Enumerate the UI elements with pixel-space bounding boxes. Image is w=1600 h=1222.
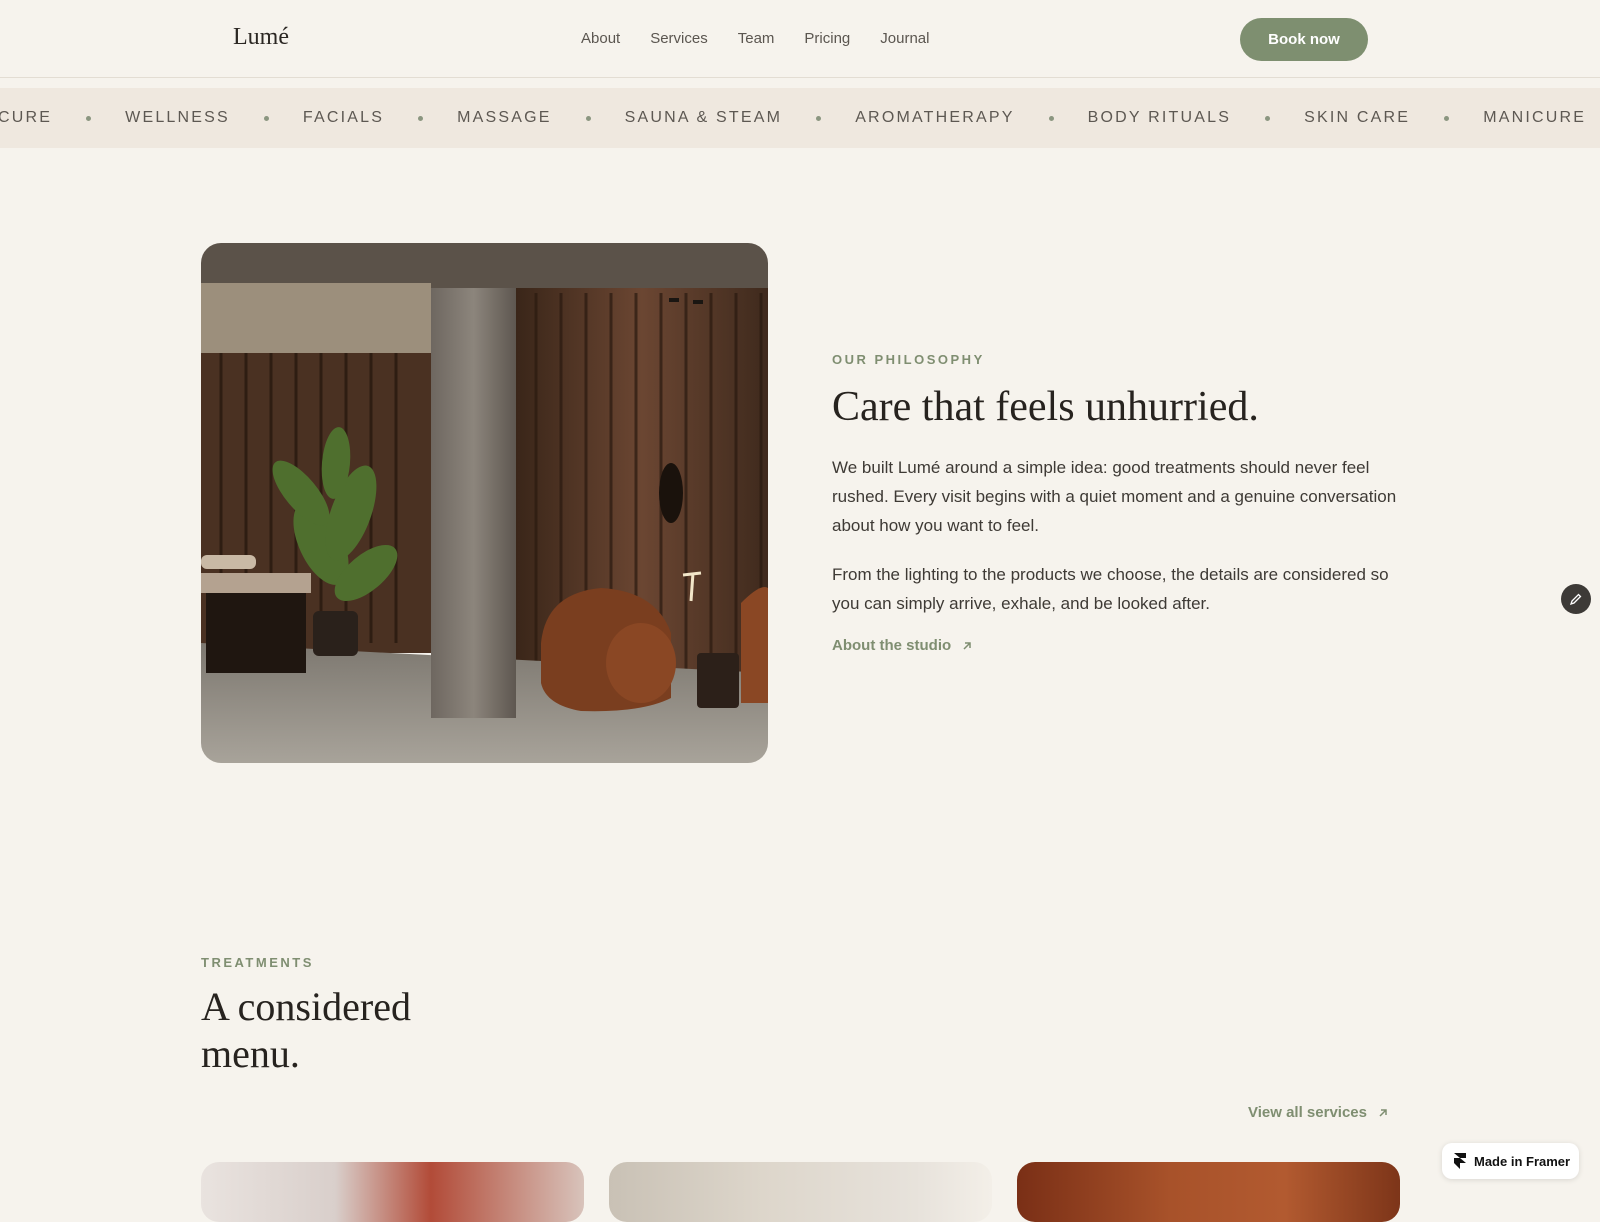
dot-separator-icon (1265, 115, 1271, 121)
pencil-icon (1569, 593, 1582, 606)
marquee-item: SAUNA & STEAM (624, 109, 783, 126)
framer-logo-icon (1454, 1153, 1466, 1169)
philosophy-paragraph-2: From the lighting to the products we cho… (832, 565, 1389, 613)
dot-separator-icon (86, 115, 92, 121)
nav-link-services[interactable]: Services (650, 30, 708, 47)
treatment-card-image[interactable] (609, 1162, 992, 1222)
edit-button[interactable] (1561, 584, 1591, 614)
nav-link-journal[interactable]: Journal (880, 30, 929, 47)
marquee-item: WELLNESS (125, 109, 230, 126)
marquee-item: BODY RITUALS (1087, 109, 1232, 126)
marquee-item: FACIALS (302, 109, 385, 126)
view-all-services-label: View all services (1248, 1104, 1367, 1121)
arrow-up-right-icon (1379, 1108, 1387, 1117)
nav-link-about[interactable]: About (581, 30, 620, 47)
marquee-item: SKIN CARE (1304, 109, 1411, 126)
view-all-services-link[interactable]: View all services (1248, 1104, 1389, 1121)
philosophy-title: Care that feels unhurried. (832, 384, 1259, 430)
marquee-item: MANICURE (1483, 109, 1587, 126)
treatments-eyebrow: TREATMENTS (201, 955, 314, 970)
dot-separator-icon (1048, 115, 1054, 121)
spa-interior-illustration (201, 243, 768, 763)
dot-separator-icon (263, 115, 269, 121)
nav-link-team[interactable]: Team (738, 30, 775, 47)
nav-link-pricing[interactable]: Pricing (804, 30, 850, 47)
treatment-card-image[interactable] (1017, 1162, 1400, 1222)
book-now-button[interactable]: Book now (1240, 18, 1368, 61)
top-nav: Lumé About Services Team Pricing Journal… (0, 0, 1600, 78)
spa-interior-photo (201, 243, 768, 763)
philosophy-paragraph-1: We built Lumé around a simple idea: good… (832, 458, 1397, 535)
made-in-framer-label: Made in Framer (1474, 1153, 1571, 1169)
treatments-title: A considered menu. (201, 984, 411, 1076)
dot-separator-icon (1444, 115, 1450, 121)
about-studio-link[interactable]: About the studio (832, 637, 973, 654)
marquee-item: MASSAGE (457, 109, 552, 126)
services-marquee: CURE WELLNESS FACIALS MASSAGE SAUNA & ST… (0, 88, 1600, 148)
made-in-framer-badge[interactable]: Made in Framer (1442, 1143, 1579, 1179)
marquee-item: AROMATHERAPY (855, 109, 1015, 126)
brand-logo[interactable]: Lumé (233, 24, 289, 51)
dot-separator-icon (816, 115, 822, 121)
arrow-up-right-icon (963, 641, 971, 650)
nav-links: About Services Team Pricing Journal (581, 30, 929, 47)
dot-separator-icon (418, 115, 424, 121)
marquee-track: CURE WELLNESS FACIALS MASSAGE SAUNA & ST… (0, 88, 1600, 148)
treatment-card-image[interactable] (201, 1162, 584, 1222)
philosophy-eyebrow: OUR PHILOSOPHY (832, 352, 985, 367)
dot-separator-icon (585, 115, 591, 121)
about-studio-link-label: About the studio (832, 637, 952, 654)
marquee-item: CURE (0, 109, 53, 126)
